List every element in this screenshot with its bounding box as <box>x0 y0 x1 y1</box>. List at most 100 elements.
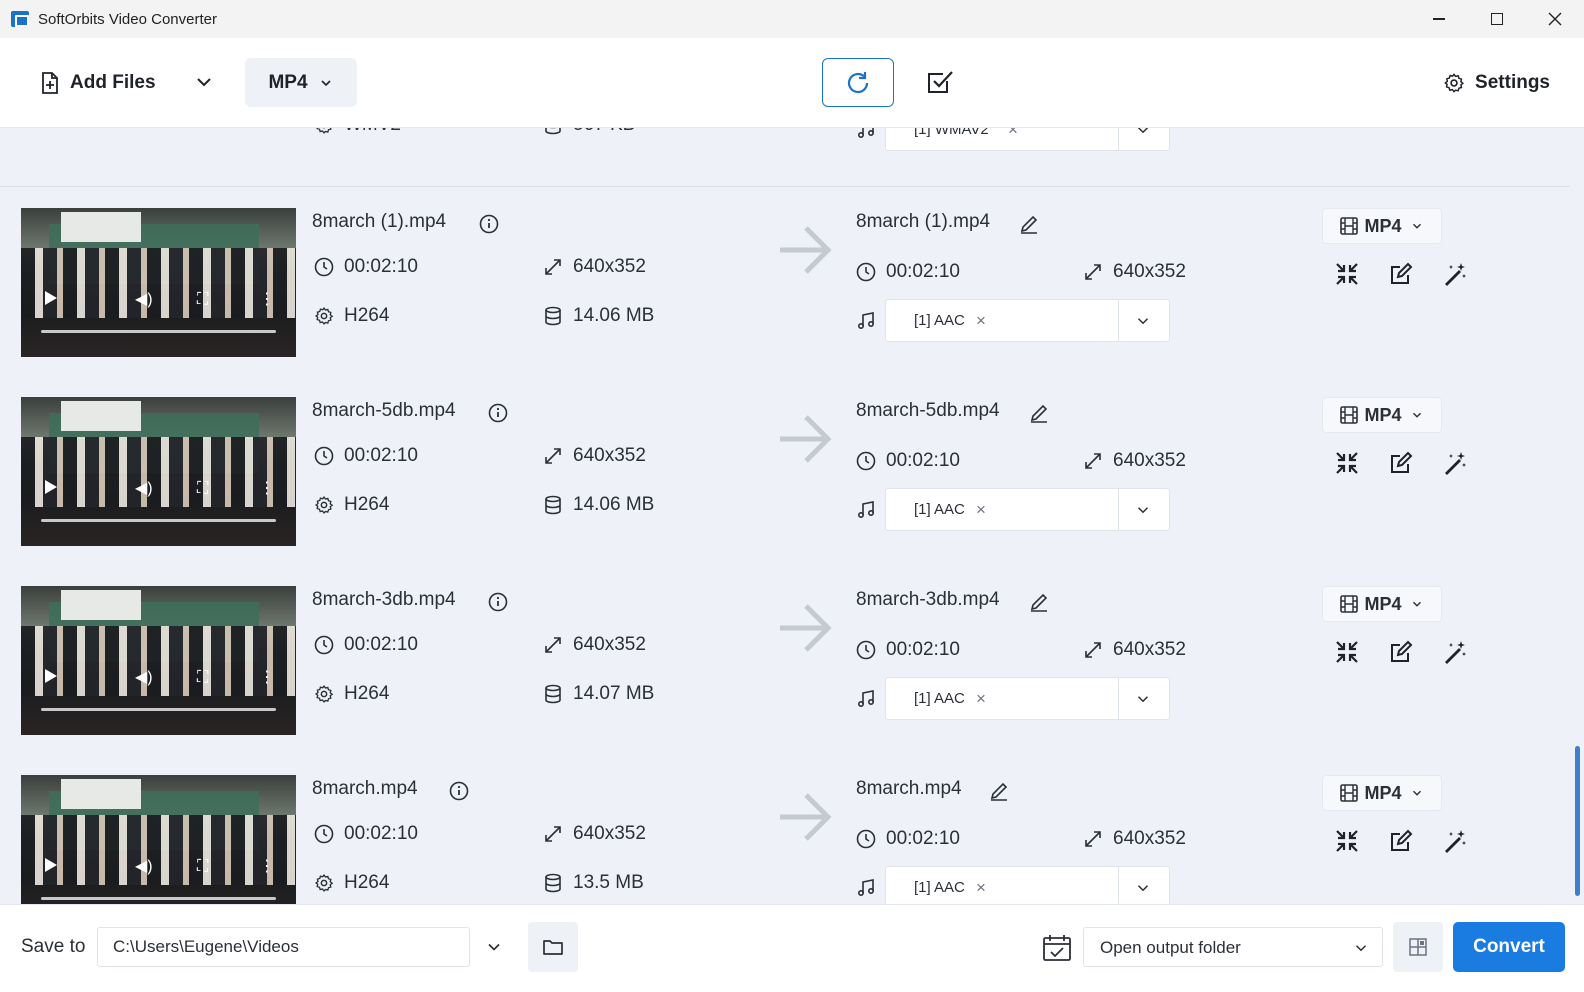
magic-wand-icon[interactable] <box>1442 828 1468 854</box>
play-icon[interactable] <box>45 858 57 872</box>
edit-icon[interactable] <box>1388 828 1414 854</box>
video-thumbnail[interactable]: ◀) ⛶ ⋮ <box>21 775 296 904</box>
compress-icon[interactable] <box>1334 828 1360 854</box>
row-format-select[interactable]: MP4 <box>1322 775 1442 811</box>
video-thumbnail[interactable]: ◀) ⛶ ⋮ <box>21 586 296 735</box>
layout-toggle-button[interactable] <box>1393 922 1443 972</box>
volume-icon[interactable]: ◀) <box>135 667 153 687</box>
settings-button[interactable]: Settings <box>1443 66 1550 100</box>
compress-icon[interactable] <box>1334 261 1360 287</box>
chevron-down-icon[interactable] <box>1134 312 1152 330</box>
browse-folder-button[interactable] <box>528 922 578 972</box>
audio-track-select[interactable]: [1] AAC × <box>885 677 1170 720</box>
file-row[interactable]: ◀) ⛶ ⋮ 8march.mp4 00:02:10 640x352 H264 <box>0 755 1570 904</box>
seek-bar[interactable] <box>41 519 276 522</box>
output-resolution-info[interactable]: 640x352 <box>1083 828 1186 850</box>
audio-track-select[interactable]: [1] AAC × <box>885 866 1170 904</box>
chevron-down-icon[interactable] <box>484 937 504 957</box>
close-button[interactable] <box>1526 0 1584 38</box>
chevron-down-icon[interactable] <box>1134 128 1152 139</box>
magic-wand-icon[interactable] <box>1442 639 1468 665</box>
info-icon[interactable] <box>488 592 508 612</box>
calendar-check-icon[interactable] <box>1042 933 1072 963</box>
output-filename: 8march.mp4 <box>856 778 962 799</box>
play-icon[interactable] <box>45 669 57 683</box>
select-all-button[interactable] <box>922 64 958 100</box>
add-files-button[interactable]: Add Files <box>40 66 156 100</box>
output-resolution-info[interactable]: 640x352 <box>1083 261 1186 283</box>
more-icon[interactable]: ⋮ <box>259 289 275 309</box>
after-conversion-select[interactable]: Open output folder <box>1083 927 1383 967</box>
more-icon[interactable]: ⋮ <box>259 478 275 498</box>
info-icon[interactable] <box>488 403 508 423</box>
edit-icon[interactable] <box>1388 639 1414 665</box>
compress-icon[interactable] <box>1334 450 1360 476</box>
seek-bar[interactable] <box>41 330 276 333</box>
video-thumbnail[interactable]: ◀) ⛶ ⋮ <box>21 397 296 546</box>
divider <box>1118 678 1119 719</box>
edit-icon[interactable] <box>1388 261 1414 287</box>
compress-icon[interactable] <box>1334 639 1360 665</box>
volume-icon[interactable]: ◀) <box>135 478 153 498</box>
output-resolution-info[interactable]: 640x352 <box>1083 639 1186 661</box>
chevron-down-icon[interactable] <box>1134 879 1152 897</box>
file-row[interactable]: ◀) ⛶ ⋮ 8march-3db.mp4 00:02:10 640x352 H… <box>0 566 1570 756</box>
video-thumbnail[interactable]: ◀) ⛶ ⋮ <box>21 208 296 357</box>
music-note-icon <box>857 690 875 708</box>
file-row-partial[interactable]: WMV2 567 KB [1] WMAV2 × <box>0 128 1570 187</box>
play-icon[interactable] <box>45 291 57 305</box>
volume-icon[interactable]: ◀) <box>135 289 153 309</box>
pencil-icon[interactable] <box>1029 403 1049 423</box>
more-icon[interactable]: ⋮ <box>259 667 275 687</box>
audio-track-select[interactable]: [1] WMAV2 × <box>885 128 1170 151</box>
seek-bar[interactable] <box>41 897 276 900</box>
fullscreen-icon[interactable]: ⛶ <box>197 480 208 498</box>
pencil-icon[interactable] <box>1019 214 1039 234</box>
magic-wand-icon[interactable] <box>1442 261 1468 287</box>
remove-track-icon[interactable]: × <box>976 879 986 897</box>
output-resolution-info[interactable]: 640x352 <box>1083 450 1186 472</box>
pencil-icon[interactable] <box>1029 592 1049 612</box>
more-icon[interactable]: ⋮ <box>259 856 275 876</box>
chevron-down-icon[interactable] <box>1134 501 1152 519</box>
music-note-icon <box>857 501 875 519</box>
remove-track-icon[interactable]: × <box>976 690 986 708</box>
info-icon[interactable] <box>449 781 469 801</box>
seek-bar[interactable] <box>41 708 276 711</box>
fullscreen-icon[interactable]: ⛶ <box>197 858 208 876</box>
chevron-down-icon[interactable] <box>1134 690 1152 708</box>
edit-icon[interactable] <box>1388 450 1414 476</box>
row-format-select[interactable]: MP4 <box>1322 586 1442 622</box>
close-icon <box>1548 12 1562 26</box>
play-icon[interactable] <box>45 480 57 494</box>
minimize-button[interactable] <box>1410 0 1468 38</box>
remove-track-icon[interactable]: × <box>976 501 986 519</box>
audio-track-select[interactable]: [1] AAC × <box>885 488 1170 531</box>
film-icon <box>1340 217 1359 235</box>
output-format-button[interactable]: MP4 <box>245 58 357 107</box>
settings-label: Settings <box>1475 72 1550 93</box>
add-files-dropdown-icon[interactable] <box>192 70 216 94</box>
convert-button[interactable]: Convert <box>1453 922 1565 972</box>
vertical-scrollbar[interactable] <box>1575 746 1580 896</box>
row-format-select[interactable]: MP4 <box>1322 208 1442 244</box>
fullscreen-icon[interactable]: ⛶ <box>197 669 208 687</box>
file-row[interactable]: ◀) ⛶ ⋮ 8march-5db.mp4 00:02:10 640x352 H… <box>0 377 1570 567</box>
volume-icon[interactable]: ◀) <box>135 856 153 876</box>
arrow-right-icon <box>780 226 832 274</box>
refresh-button[interactable] <box>822 58 894 107</box>
music-note-icon <box>857 128 875 139</box>
remove-track-icon[interactable]: × <box>976 312 986 330</box>
file-row[interactable]: ◀) ⛶ ⋮ 8march (1).mp4 00:02:10 640x352 H… <box>0 188 1570 378</box>
magic-wand-icon[interactable] <box>1442 450 1468 476</box>
audio-track-select[interactable]: [1] AAC × <box>885 299 1170 342</box>
title-bar: SoftOrbits Video Converter <box>0 0 1584 38</box>
row-format-select[interactable]: MP4 <box>1322 397 1442 433</box>
output-duration-value: 00:02:10 <box>886 450 960 471</box>
output-path-input[interactable] <box>97 927 470 967</box>
fullscreen-icon[interactable]: ⛶ <box>197 291 208 309</box>
info-icon[interactable] <box>479 214 499 234</box>
remove-track-icon[interactable]: × <box>1008 128 1018 139</box>
maximize-button[interactable] <box>1468 0 1526 38</box>
pencil-icon[interactable] <box>989 781 1009 801</box>
